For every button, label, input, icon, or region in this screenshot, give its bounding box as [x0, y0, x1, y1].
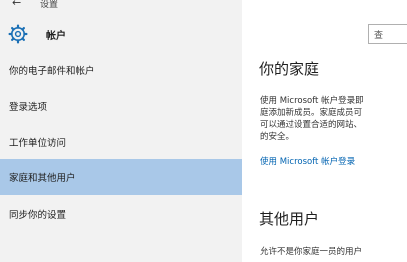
sidebar-item-sign-in-options[interactable]: 登录选项 — [0, 88, 242, 124]
search-input-text: 查 — [374, 31, 384, 41]
sidebar-item-label: 登录选项 — [9, 102, 48, 113]
back-arrow-icon[interactable]: ← — [12, 0, 21, 9]
sidebar-item-label: 同步你的设置 — [9, 210, 67, 221]
search-input[interactable]: 查 — [368, 24, 407, 44]
page-header: 帐户 — [0, 20, 242, 48]
window-title: 设置 — [40, 0, 59, 10]
family-heading: 你的家庭 — [259, 60, 320, 78]
sidebar: ← 设置 帐户 你的电子邮件和帐户 登录选项 工作单位访问 家庭和其他用户 同步… — [0, 0, 242, 262]
sidebar-item-label: 你的电子邮件和帐户 — [9, 66, 95, 77]
other-users-heading: 其他用户 — [259, 210, 320, 228]
sidebar-item-sync-settings[interactable]: 同步你的设置 — [0, 196, 242, 232]
gear-icon — [8, 24, 28, 44]
sidebar-item-label: 家庭和其他用户 — [9, 173, 76, 184]
title-bar: ← 设置 — [0, 0, 242, 14]
sidebar-item-label: 工作单位访问 — [9, 138, 67, 149]
sign-in-microsoft-link[interactable]: 使用 Microsoft 帐户登录 — [260, 155, 355, 167]
sidebar-item-family-other-users[interactable]: 家庭和其他用户 — [0, 159, 242, 195]
family-description-line: 可以通过设置合适的网站、 — [260, 120, 363, 130]
family-description-line: 庭添加新成员。家庭成员可 — [260, 108, 363, 118]
family-description-line: 的安全。 — [260, 132, 295, 142]
family-description-line: 使用 Microsoft 帐户登录即 — [260, 96, 364, 106]
sidebar-item-email-accounts[interactable]: 你的电子邮件和帐户 — [0, 52, 242, 88]
other-users-description: 允许不是你家庭一员的用户 — [260, 247, 363, 257]
sidebar-item-work-access[interactable]: 工作单位访问 — [0, 124, 242, 160]
page-title: 帐户 — [46, 31, 66, 42]
